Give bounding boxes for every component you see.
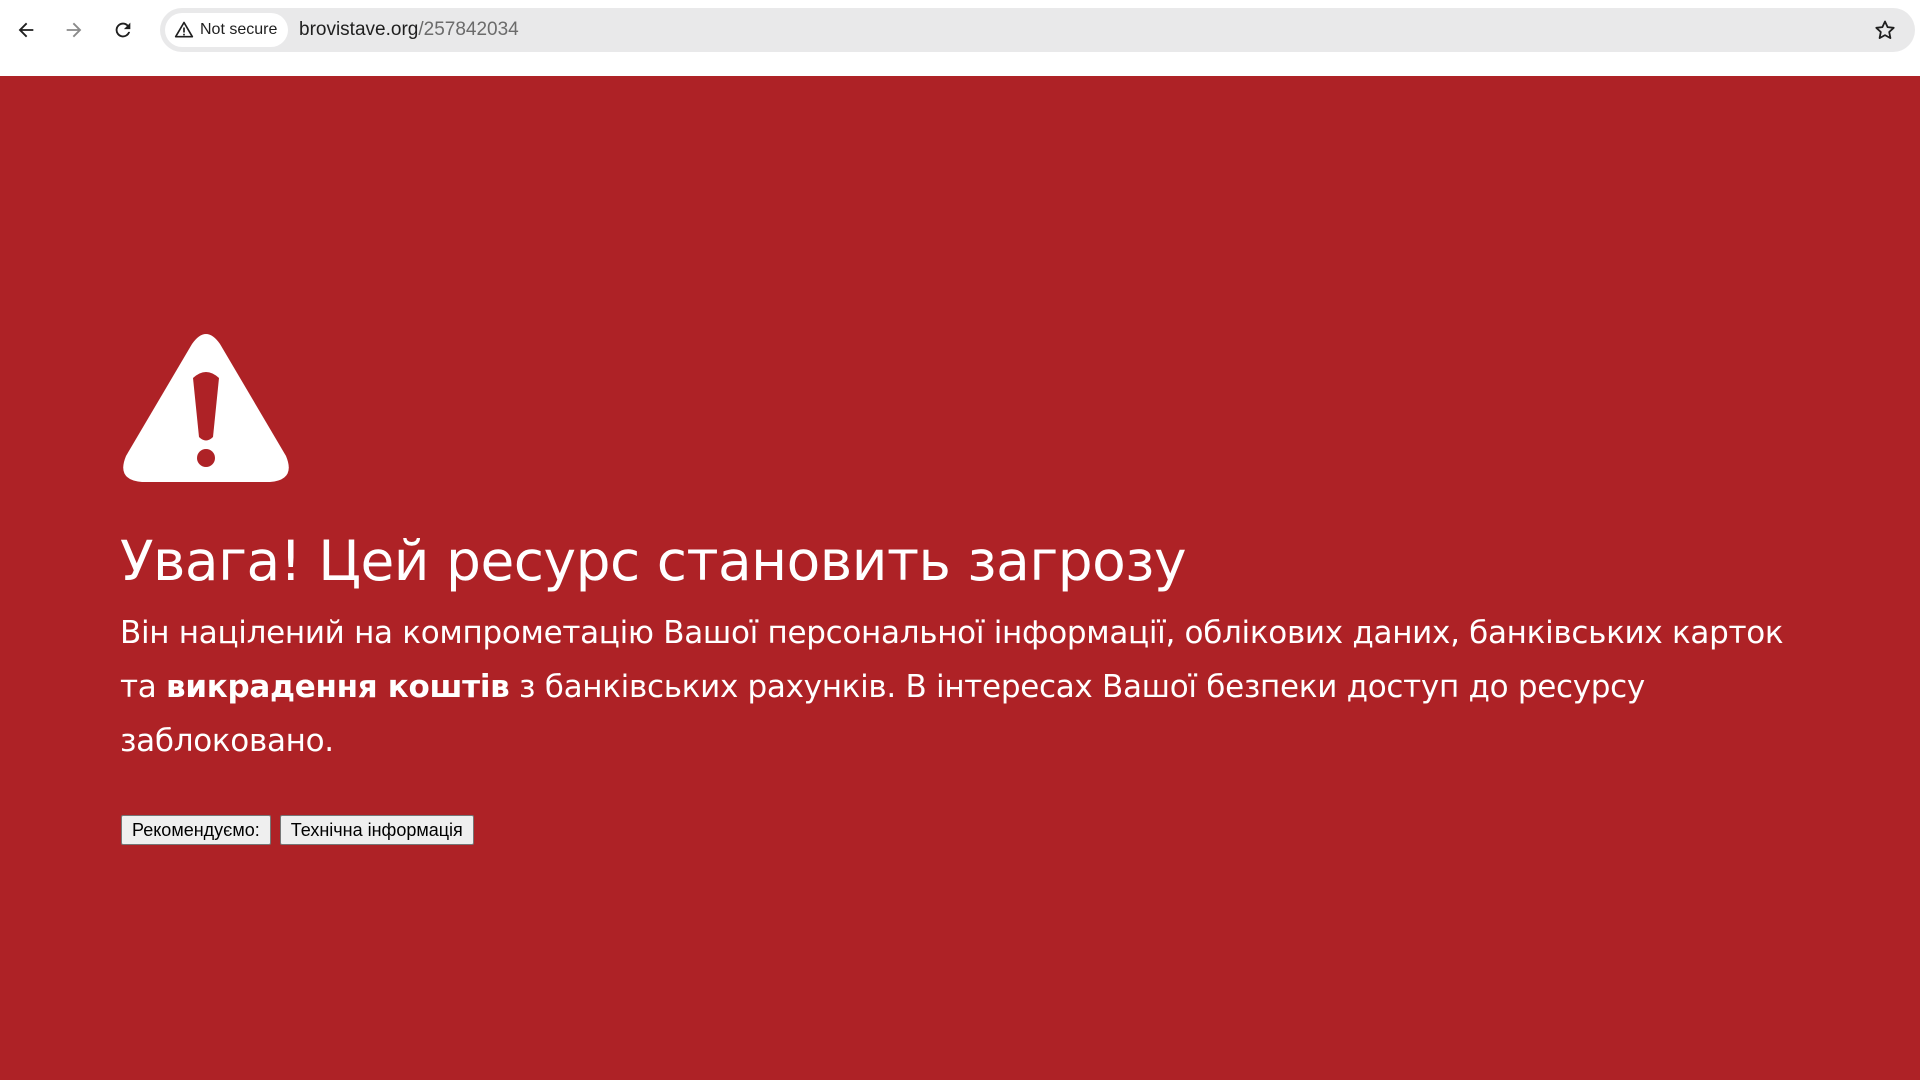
back-button[interactable] xyxy=(7,11,45,49)
security-indicator[interactable]: Not secure xyxy=(165,13,289,47)
reload-icon xyxy=(115,22,131,38)
forward-button[interactable] xyxy=(55,11,93,49)
url-path: /257842034 xyxy=(418,19,519,40)
blocked-page: Увага! Цей ресурс становить загрозу Він … xyxy=(0,76,1920,1080)
technical-info-button[interactable]: Технічна інформація xyxy=(279,815,474,845)
warning-triangle-icon xyxy=(174,21,194,38)
bookmark-button[interactable] xyxy=(1867,12,1903,48)
back-arrow-icon xyxy=(18,22,34,38)
address-bar[interactable]: Not secure brovistave.org/257842034 xyxy=(160,8,1915,52)
star-icon xyxy=(1875,20,1895,39)
recommend-button[interactable]: Рекомендуємо: xyxy=(121,815,271,845)
reload-button[interactable] xyxy=(104,11,142,49)
forward-arrow-icon xyxy=(66,22,82,38)
url-text[interactable]: brovistave.org/257842034 xyxy=(299,8,519,52)
action-buttons: Рекомендуємо: Технічна інформація xyxy=(121,815,474,845)
page-title: Увага! Цей ресурс становить загрозу xyxy=(120,529,1187,593)
description-emphasis: викрадення коштів xyxy=(166,669,510,705)
warning-triangle-icon xyxy=(123,334,289,482)
url-host: brovistave.org xyxy=(299,19,419,40)
browser-toolbar: Not secure brovistave.org/257842034 xyxy=(0,0,1920,76)
warning-description: Він націлений на компрометацію Вашої пер… xyxy=(120,606,1820,768)
security-label: Not secure xyxy=(200,21,278,38)
